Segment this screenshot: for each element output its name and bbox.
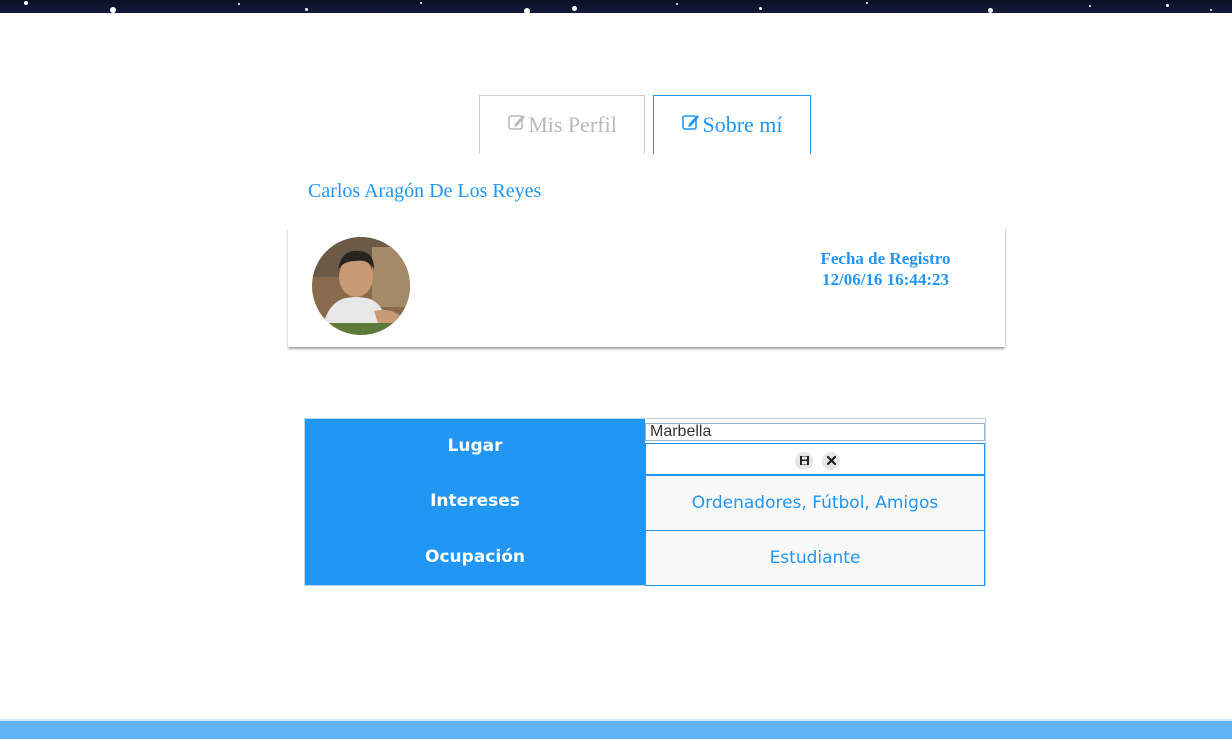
row-label-lugar: Lugar — [447, 436, 503, 456]
row-value-ocupacion: Estudiante — [645, 530, 985, 586]
profile-card: Fecha de Registro 12/06/16 16:44:23 — [288, 228, 1005, 347]
floppy-disk-icon — [799, 454, 810, 469]
tab-sobre-mi[interactable]: Sobre mí — [653, 95, 811, 154]
star-decoration — [110, 7, 116, 13]
label-column: Lugar Intereses Ocupación — [305, 419, 645, 585]
star-decoration — [759, 7, 762, 10]
tab-mis-perfil[interactable]: Mis Perfil — [479, 95, 645, 154]
registration-info: Fecha de Registro 12/06/16 16:44:23 — [788, 248, 983, 290]
value-column: Ordenadores, Fútbol, Amigos Estudiante — [645, 419, 985, 586]
header-banner — [0, 0, 1232, 13]
star-decoration — [238, 3, 240, 5]
star-decoration — [676, 3, 678, 5]
registration-date: 12/06/16 16:44:23 — [821, 270, 950, 289]
avatar — [312, 237, 410, 335]
row-value-intereses: Ordenadores, Fútbol, Amigos — [645, 475, 985, 531]
tab-label: Mis Perfil — [528, 112, 617, 137]
star-decoration — [524, 8, 530, 13]
star-decoration — [24, 1, 28, 5]
star-decoration — [1210, 9, 1212, 11]
star-decoration — [420, 2, 422, 4]
star-decoration — [572, 6, 577, 11]
cancel-button[interactable] — [822, 452, 840, 470]
user-name: Carlos Aragón De Los Reyes — [308, 180, 542, 202]
edit-actions — [645, 443, 985, 475]
registration-label: Fecha de Registro — [820, 249, 951, 268]
star-decoration — [305, 8, 308, 11]
edit-icon — [507, 112, 528, 138]
edit-icon — [681, 112, 702, 138]
star-decoration — [1089, 5, 1091, 7]
save-button[interactable] — [795, 452, 813, 470]
star-decoration — [988, 8, 993, 13]
lugar-input[interactable] — [645, 423, 985, 441]
close-icon — [826, 454, 837, 469]
footer-bar — [0, 719, 1232, 739]
star-decoration — [1166, 4, 1169, 7]
star-decoration — [866, 2, 868, 4]
tab-label: Sobre mí — [702, 112, 783, 137]
row-label-intereses: Intereses — [430, 491, 520, 511]
about-table: Lugar Intereses Ocupación Ordenadores, F… — [304, 418, 986, 586]
row-label-ocupacion: Ocupación — [425, 547, 525, 567]
